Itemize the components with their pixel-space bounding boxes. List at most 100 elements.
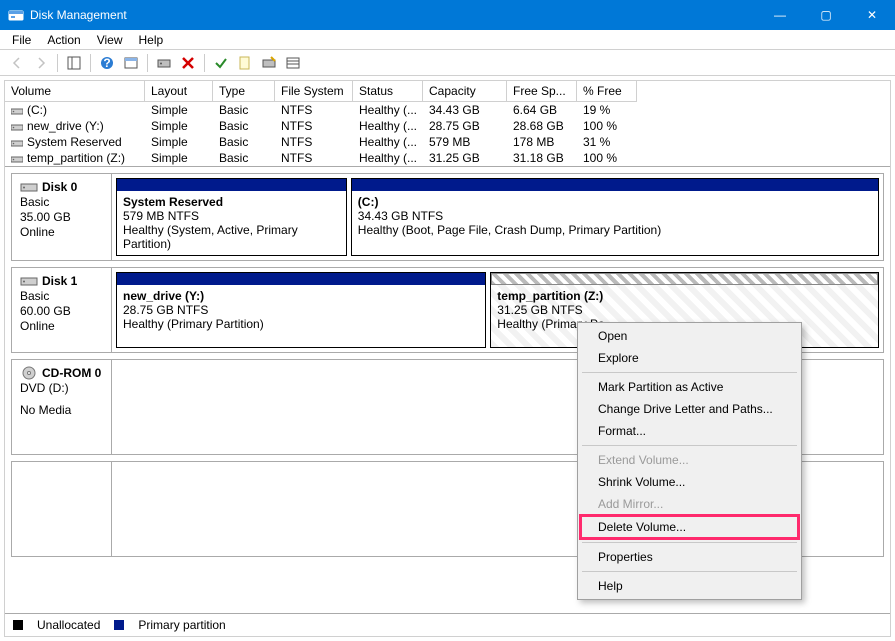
col-status[interactable]: Status <box>353 81 423 102</box>
volume-fs: NTFS <box>275 102 353 118</box>
partition-name: temp_partition (Z:) <box>497 289 872 303</box>
ctx-separator <box>582 571 797 572</box>
cdrom-name: CD-ROM 0 <box>20 366 103 380</box>
partition[interactable]: System Reserved579 MB NTFSHealthy (Syste… <box>116 178 347 256</box>
disk-size: 60.00 GB <box>20 304 103 318</box>
disk-size: 35.00 GB <box>20 210 103 224</box>
volume-layout: Simple <box>145 118 213 134</box>
forward-button[interactable] <box>30 52 52 74</box>
help-button[interactable]: ? <box>96 52 118 74</box>
volume-row[interactable]: (C:)SimpleBasicNTFSHealthy (...34.43 GB6… <box>5 102 890 118</box>
col-freespace[interactable]: Free Sp... <box>507 81 577 102</box>
col-pctfree[interactable]: % Free <box>577 81 637 102</box>
disc-icon <box>20 366 38 380</box>
disk-name: Disk 0 <box>20 180 103 194</box>
partition-stripe <box>352 179 878 191</box>
drive-icon <box>11 121 23 131</box>
toolbar-separator <box>147 54 148 72</box>
toolbar-separator <box>90 54 91 72</box>
ctx-delete-volume[interactable]: Delete Volume... <box>579 514 800 540</box>
volume-row[interactable]: temp_partition (Z:)SimpleBasicNTFSHealth… <box>5 150 890 166</box>
svg-text:?: ? <box>103 56 110 70</box>
disk-icon <box>20 274 38 288</box>
delete-button[interactable] <box>177 52 199 74</box>
disk-label: Disk 0Basic35.00 GBOnline <box>12 174 112 260</box>
note-button[interactable] <box>234 52 256 74</box>
toolbar-separator <box>204 54 205 72</box>
partition-status: Healthy (Boot, Page File, Crash Dump, Pr… <box>358 223 872 237</box>
volume-capacity: 579 MB <box>423 134 507 150</box>
partition-name: new_drive (Y:) <box>123 289 479 303</box>
col-capacity[interactable]: Capacity <box>423 81 507 102</box>
volume-type: Basic <box>213 150 275 166</box>
partition[interactable]: (C:)34.43 GB NTFSHealthy (Boot, Page Fil… <box>351 178 879 256</box>
partition[interactable]: new_drive (Y:)28.75 GB NTFSHealthy (Prim… <box>116 272 486 348</box>
volume-fs: NTFS <box>275 118 353 134</box>
check-button[interactable] <box>210 52 232 74</box>
back-button[interactable] <box>6 52 28 74</box>
volume-name: (C:) <box>27 103 47 117</box>
ctx-help[interactable]: Help <box>580 575 799 597</box>
ctx-properties[interactable]: Properties <box>580 546 799 568</box>
show-hide-tree-button[interactable] <box>63 52 85 74</box>
col-layout[interactable]: Layout <box>145 81 213 102</box>
menu-file[interactable]: File <box>4 31 39 49</box>
volume-row[interactable]: new_drive (Y:)SimpleBasicNTFSHealthy (..… <box>5 118 890 134</box>
ctx-explore[interactable]: Explore <box>580 347 799 369</box>
ctx-open[interactable]: Open <box>580 325 799 347</box>
ctx-change-letter[interactable]: Change Drive Letter and Paths... <box>580 398 799 420</box>
volume-capacity: 34.43 GB <box>423 102 507 118</box>
volume-list-header: Volume Layout Type File System Status Ca… <box>5 81 890 102</box>
ctx-shrink[interactable]: Shrink Volume... <box>580 471 799 493</box>
volume-list: Volume Layout Type File System Status Ca… <box>5 81 890 167</box>
volume-row[interactable]: System ReservedSimpleBasicNTFSHealthy (.… <box>5 134 890 150</box>
legend-unallocated: Unallocated <box>37 618 100 632</box>
swatch-primary <box>114 620 124 630</box>
drive-icon <box>11 105 23 115</box>
volume-name: System Reserved <box>27 135 122 149</box>
ctx-extend: Extend Volume... <box>580 449 799 471</box>
toolbar: ? <box>0 50 895 76</box>
volume-capacity: 28.75 GB <box>423 118 507 134</box>
menu-view[interactable]: View <box>89 31 131 49</box>
disk-type: Basic <box>20 289 103 303</box>
menu-help[interactable]: Help <box>131 31 172 49</box>
drive-icon <box>11 137 23 147</box>
col-volume[interactable]: Volume <box>5 81 145 102</box>
volume-status: Healthy (... <box>353 150 423 166</box>
volume-layout: Simple <box>145 150 213 166</box>
refresh-button[interactable] <box>153 52 175 74</box>
legend: Unallocated Primary partition <box>5 613 890 636</box>
context-menu: Open Explore Mark Partition as Active Ch… <box>577 322 802 600</box>
menu-action[interactable]: Action <box>39 31 88 49</box>
minimize-button[interactable]: — <box>757 0 803 30</box>
volume-free: 28.68 GB <box>507 118 577 134</box>
volume-status: Healthy (... <box>353 102 423 118</box>
volume-layout: Simple <box>145 134 213 150</box>
volume-type: Basic <box>213 102 275 118</box>
wizard-button[interactable] <box>258 52 280 74</box>
close-button[interactable]: ✕ <box>849 0 895 30</box>
partition-size: 34.43 GB NTFS <box>358 209 872 223</box>
volume-status: Healthy (... <box>353 134 423 150</box>
disk-type: Basic <box>20 195 103 209</box>
ctx-mark-active[interactable]: Mark Partition as Active <box>580 376 799 398</box>
volume-name: temp_partition (Z:) <box>27 151 125 165</box>
ctx-format[interactable]: Format... <box>580 420 799 442</box>
partition-size: 579 MB NTFS <box>123 209 340 223</box>
col-type[interactable]: Type <box>213 81 275 102</box>
window-title: Disk Management <box>30 8 757 22</box>
volume-pctfree: 19 % <box>577 102 637 118</box>
settings-button[interactable] <box>120 52 142 74</box>
col-filesystem[interactable]: File System <box>275 81 353 102</box>
titlebar: Disk Management — ▢ ✕ <box>0 0 895 30</box>
cdrom-type: DVD (D:) <box>20 381 103 395</box>
partition-status: Healthy (System, Active, Primary Partiti… <box>123 223 340 251</box>
menubar: File Action View Help <box>0 30 895 50</box>
volume-pctfree: 100 % <box>577 118 637 134</box>
list-button[interactable] <box>282 52 304 74</box>
disk-partitions: System Reserved579 MB NTFSHealthy (Syste… <box>112 174 883 260</box>
disk-icon <box>20 180 38 194</box>
disk-label: Disk 1Basic60.00 GBOnline <box>12 268 112 352</box>
maximize-button[interactable]: ▢ <box>803 0 849 30</box>
